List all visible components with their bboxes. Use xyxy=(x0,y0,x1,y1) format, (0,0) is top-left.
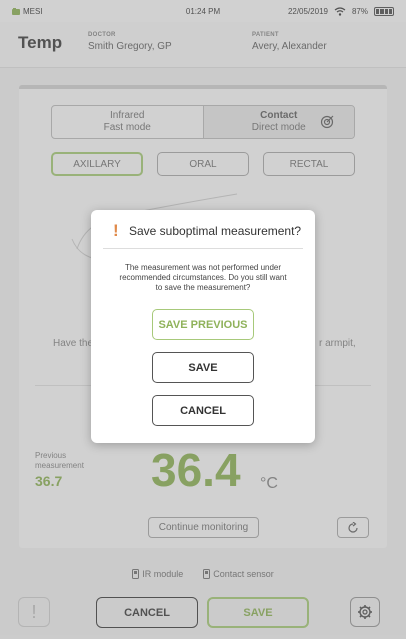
warning-icon: ! xyxy=(113,221,119,240)
dialog-save-button[interactable]: SAVE xyxy=(152,352,254,383)
dialog-title: Save suboptimal measurement? xyxy=(129,224,302,238)
dialog-message: The measurement was not performed under … xyxy=(119,263,287,292)
dialog-divider xyxy=(103,248,303,249)
save-previous-button[interactable]: SAVE PREVIOUS xyxy=(152,309,254,340)
dialog-cancel-button[interactable]: CANCEL xyxy=(152,395,254,426)
suboptimal-dialog: ! Save suboptimal measurement? The measu… xyxy=(91,210,315,443)
